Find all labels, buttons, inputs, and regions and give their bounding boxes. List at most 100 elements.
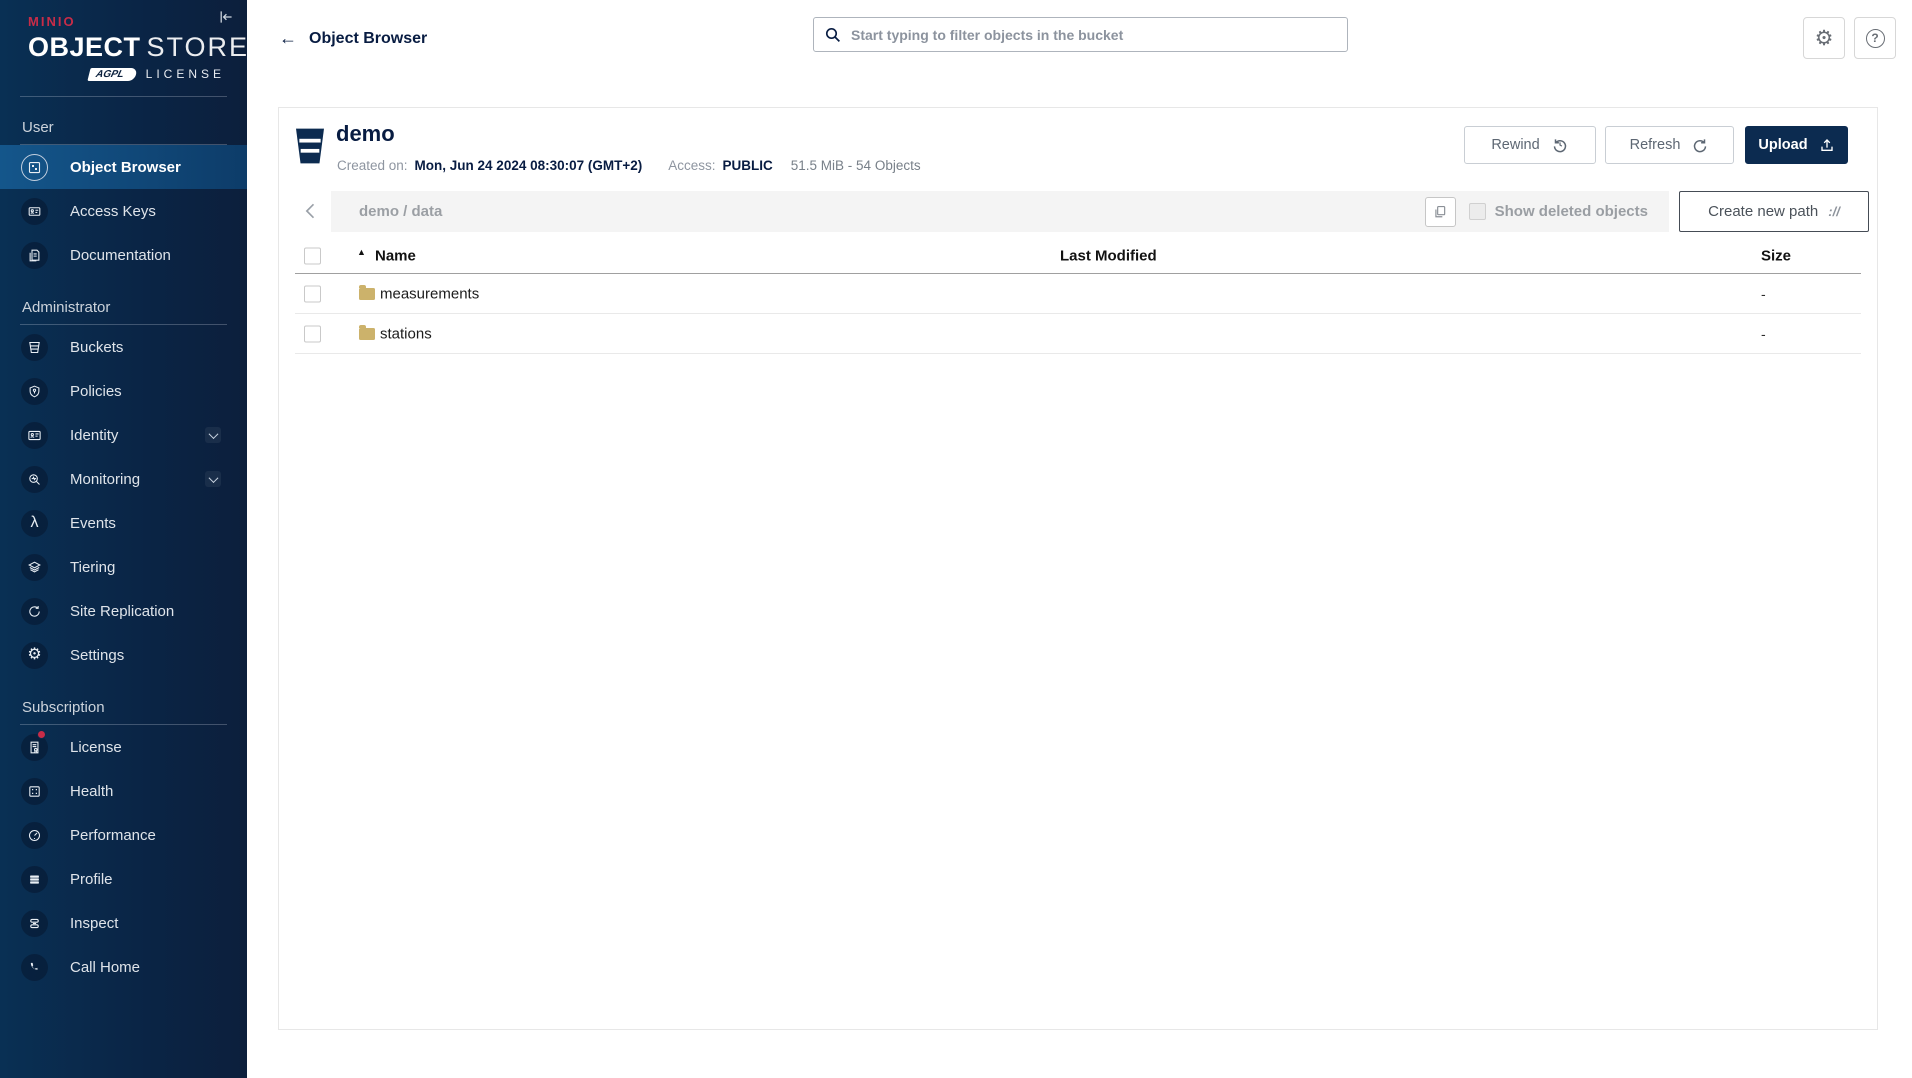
sidebar: MINIO OBJECTSTORE AGPL LICENSE User Obje… (0, 0, 247, 1078)
table-row[interactable]: stations - (295, 314, 1861, 354)
sidebar-item-label: Identity (70, 427, 118, 444)
search-input[interactable] (851, 27, 1337, 43)
refresh-button[interactable]: Refresh (1605, 126, 1734, 164)
objects-table: ▲ Name Last Modified Size measurements -… (295, 239, 1861, 354)
sidebar-item-label: License (70, 739, 122, 756)
access-keys-icon (21, 198, 48, 225)
sidebar-item-settings[interactable]: ⚙ Settings (0, 633, 247, 677)
row-checkbox[interactable] (304, 325, 321, 342)
bucket-meta: Created on: Mon, Jun 24 2024 08:30:07 (G… (337, 158, 921, 173)
inspect-icon (21, 910, 48, 937)
sidebar-item-monitoring[interactable]: Monitoring (0, 457, 247, 501)
sidebar-item-label: Site Replication (70, 603, 174, 620)
license-row: AGPL LICENSE (28, 67, 227, 81)
object-name[interactable]: stations (380, 325, 432, 342)
collapse-sidebar-icon[interactable] (215, 6, 237, 28)
show-deleted-toggle[interactable]: Show deleted objects (1469, 203, 1648, 220)
sidebar-item-label: Events (70, 515, 116, 532)
notification-dot (37, 730, 46, 739)
rewind-icon (1551, 136, 1569, 154)
help-button[interactable]: ? (1854, 17, 1896, 59)
app-logo: MINIO OBJECTSTORE AGPL LICENSE (0, 0, 247, 88)
folder-icon (359, 288, 375, 300)
object-browser-icon (21, 154, 48, 181)
object-filter-searchbox (813, 17, 1348, 52)
folder-icon (359, 328, 375, 340)
sidebar-item-object-browser[interactable]: Object Browser (0, 145, 247, 189)
sidebar-item-buckets[interactable]: Buckets (0, 325, 247, 369)
chevron-down-icon[interactable] (205, 471, 221, 487)
copy-path-button[interactable] (1425, 197, 1456, 227)
sidebar-item-label: Access Keys (70, 203, 156, 220)
sidebar-item-access-keys[interactable]: Access Keys (0, 189, 247, 233)
breadcrumb-strip: demo / data Show deleted objects (331, 191, 1669, 232)
minio-brand-text: MINIO (28, 14, 227, 29)
agpl-badge: AGPL (87, 68, 137, 81)
policies-icon (21, 378, 48, 405)
bucket-summary: 51.5 MiB - 54 Objects (791, 158, 921, 173)
row-checkbox[interactable] (304, 285, 321, 302)
performance-icon (21, 822, 48, 849)
chevron-left-icon[interactable] (301, 198, 321, 224)
sort-ascending-icon[interactable]: ▲ (357, 247, 366, 257)
object-size: - (1761, 286, 1766, 302)
upload-icon (1819, 137, 1835, 153)
sidebar-item-label: Tiering (70, 559, 115, 576)
back-arrow-icon[interactable]: ← (279, 28, 297, 49)
call-home-phone-icon (21, 954, 48, 981)
sidebar-item-tiering[interactable]: Tiering (0, 545, 247, 589)
license-text: LICENSE (146, 67, 225, 81)
column-header-size: Size (1761, 248, 1791, 265)
column-header-last-modified: Last Modified (1060, 248, 1157, 265)
site-replication-icon (21, 598, 48, 625)
sidebar-item-documentation[interactable]: Documentation (0, 233, 247, 277)
column-header-name[interactable]: Name (375, 248, 416, 265)
identity-icon (21, 422, 48, 449)
settings-gear-icon: ⚙ (21, 642, 48, 669)
section-title-subscription: Subscription (0, 677, 247, 716)
sidebar-item-label: Monitoring (70, 471, 140, 488)
settings-gear-button[interactable]: ⚙ (1803, 17, 1845, 59)
created-on-label: Created on: (337, 158, 408, 173)
help-icon: ? (1866, 29, 1885, 48)
access-value: PUBLIC (723, 158, 773, 173)
main-content: ← Object Browser ⚙ ? demo Created on: Mo… (247, 0, 1912, 1078)
sidebar-item-performance[interactable]: Performance (0, 813, 247, 857)
created-on-value: Mon, Jun 24 2024 08:30:07 (GMT+2) (415, 158, 643, 173)
sidebar-item-label: Inspect (70, 915, 118, 932)
sidebar-item-label: Settings (70, 647, 124, 664)
sidebar-item-call-home[interactable]: Call Home (0, 945, 247, 989)
page-title: Object Browser (309, 30, 427, 48)
show-deleted-checkbox[interactable] (1469, 203, 1486, 220)
sidebar-item-license[interactable]: License (0, 725, 247, 769)
show-deleted-label: Show deleted objects (1495, 203, 1648, 220)
upload-button[interactable]: Upload (1745, 126, 1848, 164)
sidebar-item-events[interactable]: λ Events (0, 501, 247, 545)
chevron-down-icon[interactable] (205, 427, 221, 443)
profile-icon (21, 866, 48, 893)
table-row[interactable]: measurements - (295, 274, 1861, 314)
rewind-button[interactable]: Rewind (1464, 126, 1596, 164)
section-title-administrator: Administrator (0, 277, 247, 316)
sidebar-item-label: Call Home (70, 959, 140, 976)
table-header-row: ▲ Name Last Modified Size (295, 239, 1861, 274)
sidebar-item-inspect[interactable]: Inspect (0, 901, 247, 945)
sidebar-item-profile[interactable]: Profile (0, 857, 247, 901)
sidebar-item-site-replication[interactable]: Site Replication (0, 589, 247, 633)
object-size: - (1761, 326, 1766, 342)
sidebar-item-policies[interactable]: Policies (0, 369, 247, 413)
search-icon (824, 26, 842, 44)
select-all-checkbox[interactable] (304, 248, 321, 265)
bucket-name: demo (336, 121, 395, 147)
create-new-path-button[interactable]: Create new path :// (1679, 191, 1869, 232)
documentation-icon (21, 242, 48, 269)
sidebar-item-identity[interactable]: Identity (0, 413, 247, 457)
monitoring-icon (21, 466, 48, 493)
breadcrumb[interactable]: demo / data (359, 203, 442, 220)
sidebar-item-label: Documentation (70, 247, 171, 264)
buckets-icon (21, 334, 48, 361)
section-title-user: User (0, 97, 247, 136)
sidebar-item-health[interactable]: Health (0, 769, 247, 813)
object-name[interactable]: measurements (380, 285, 479, 302)
gear-icon: ⚙ (1815, 26, 1834, 51)
